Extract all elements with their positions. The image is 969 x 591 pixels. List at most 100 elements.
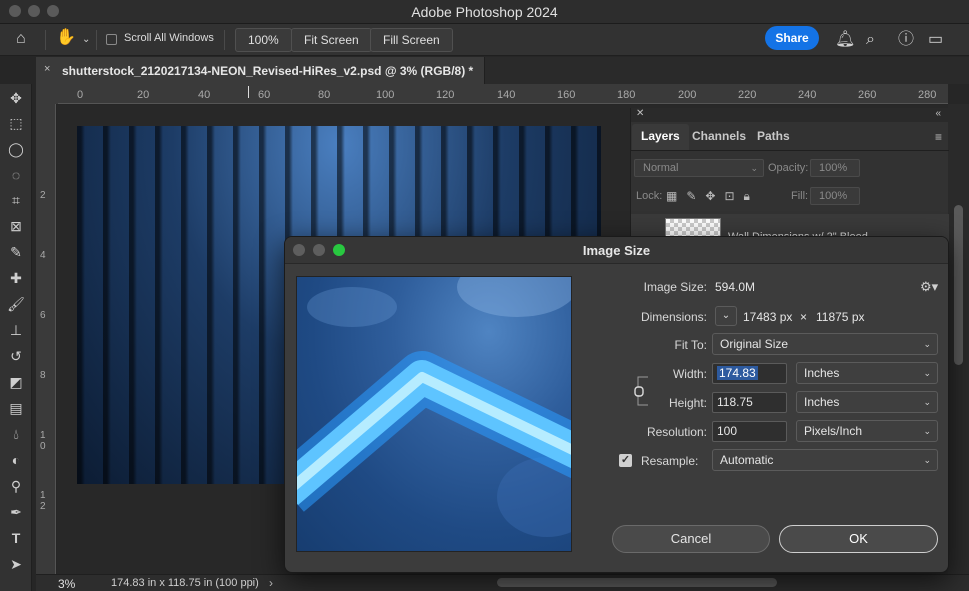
close-tab-icon[interactable]: × [44,63,50,75]
marquee-tool-icon[interactable]: ⬚ [6,113,26,133]
frame-tool-icon[interactable]: ⊠ [6,216,26,236]
zoom-100-button[interactable]: 100% [235,28,292,52]
home-icon[interactable]: ⌂ [16,29,26,49]
vertical-ruler[interactable]: 2 4 6 8 1 0 1 2 [36,104,56,574]
type-tool-icon[interactable]: T [6,528,26,548]
ruler-label: 200 [678,89,697,101]
pen-tool-icon[interactable]: ✒ [6,502,26,522]
chevron-down-icon[interactable]: ⌄ [82,30,90,50]
ruler-label: 8 [40,370,46,381]
resolution-label: Resolution: [646,425,707,439]
ruler-label: 20 [137,89,150,101]
scroll-all-windows-label: Scroll All Windows [124,32,214,44]
image-size-dialog: Image Size Image Size: 594.0M ⚙▾ Dimensi… [284,236,949,573]
ruler-label: 6 [40,310,46,321]
resample-dropdown[interactable]: Automatic ⌄ [712,449,938,471]
eyedropper-tool-icon[interactable]: ✎ [6,242,26,262]
ruler-origin[interactable] [36,84,58,104]
blend-mode-select[interactable]: Normal ⌄ [634,159,764,177]
help-icon[interactable]: ⓘ [898,30,914,50]
width-input[interactable]: 174.83 [712,363,787,384]
crop-tool-icon[interactable]: ⌗ [6,190,26,210]
gear-icon[interactable]: ⚙▾ [920,279,938,295]
dodge-tool-icon[interactable]: ◐ [6,450,26,470]
clone-stamp-tool-icon[interactable]: ⊥ [6,320,26,340]
window-title: Adobe Photoshop 2024 [411,4,558,20]
width-label: Width: [672,367,707,381]
eraser-tool-icon[interactable]: ◩ [6,372,26,392]
quick-selection-tool-icon[interactable]: ◌ [6,165,26,185]
width-unit-dropdown[interactable]: Inches ⌄ [796,362,938,384]
workspace-layout-icon[interactable]: ▭ [928,30,943,50]
height-unit-dropdown[interactable]: Inches ⌄ [796,391,938,413]
fit-to-value: Original Size [720,337,789,351]
collapse-panel-icon[interactable]: « [935,108,941,119]
resample-value: Automatic [720,453,774,467]
path-selection-tool-icon[interactable]: ➤ [6,554,26,574]
horizontal-scrollbar[interactable] [497,578,777,587]
ruler-label: 80 [318,89,331,101]
panel-menu-icon[interactable]: ≡ [935,130,942,144]
blur-tool-icon[interactable]: 💧︎ [6,424,26,444]
width-unit-value: Inches [804,366,840,380]
height-label: Height: [668,396,707,410]
history-brush-tool-icon[interactable]: ↺ [6,346,26,366]
chevron-right-icon[interactable]: › [269,576,273,590]
opacity-label: Opacity: [768,162,809,174]
burn-tool-icon[interactable]: ⚲ [6,476,26,496]
opacity-input[interactable]: 100% [810,159,860,177]
resample-label: Resample: [641,454,699,468]
document-tab[interactable]: × shutterstock_2120217134-NEON_Revised-H… [36,57,485,84]
cursor-ruler-marker [248,86,249,98]
dialog-title: Image Size [582,243,651,258]
dimensions-width-value: 17483 px [743,310,793,324]
brush-tool-icon[interactable]: 🖌︎ [6,294,26,314]
ruler-label: 220 [738,89,757,101]
hand-tool-icon[interactable]: ✋ [56,28,76,48]
document-info: 174.83 in x 118.75 in (100 ppi) [111,577,259,589]
ok-button[interactable]: OK [779,525,938,553]
lock-icons[interactable]: ▦✎✥⊡🔒︎ [666,189,759,204]
zoom-level[interactable]: 3% [58,577,75,591]
image-preview[interactable] [296,276,572,552]
dimensions-times: × [800,310,808,324]
ruler-label: 280 [918,89,937,101]
share-button[interactable]: Share [765,26,819,50]
resample-checkbox[interactable]: ✓ [619,454,632,467]
ruler-label: 260 [858,89,877,101]
gradient-tool-icon[interactable]: ▤ [6,398,26,418]
tools-panel: ✥ ⬚ ◯ ◌ ⌗ ⊠ ✎ ✚ 🖌︎ ⊥ ↺ ◩ ▤ 💧︎ ◐ ⚲ ✒ T ➤ [0,84,32,591]
neon-artwork [198,253,296,319]
ruler-label: 4 [40,250,46,261]
dimensions-label: Dimensions: [640,310,707,324]
horizontal-ruler[interactable]: 0 20 40 60 80 100 120 140 160 180 200 22… [58,84,948,104]
document-tab-title: shutterstock_2120217134-NEON_Revised-HiR… [62,64,474,78]
layers-panel: ✕ « Layers Channels Paths ≡ Normal ⌄ Opa… [630,108,949,248]
tab-channels[interactable]: Channels [683,124,755,150]
cancel-button[interactable]: Cancel [612,525,770,553]
fit-screen-button[interactable]: Fit Screen [291,28,372,52]
resolution-unit-dropdown[interactable]: Pixels/Inch ⌄ [796,420,938,442]
tab-paths[interactable]: Paths [748,124,799,150]
vertical-scrollbar[interactable] [954,205,963,365]
height-unit-value: Inches [804,395,840,409]
height-input[interactable]: 118.75 [712,392,787,413]
ruler-label: 1 2 [40,490,46,512]
dimensions-unit-dropdown[interactable]: ⌄ [715,306,737,326]
fill-screen-button[interactable]: Fill Screen [370,28,453,52]
move-tool-icon[interactable]: ✥ [6,88,26,108]
tab-layers[interactable]: Layers [632,124,689,150]
fit-to-label: Fit To: [674,338,707,352]
ruler-label: 60 [258,89,271,101]
neon-tube-preview [297,351,571,512]
fit-to-dropdown[interactable]: Original Size ⌄ [712,333,938,355]
notifications-bell-icon[interactable]: 🔔︎ [835,30,855,50]
healing-brush-tool-icon[interactable]: ✚ [6,268,26,288]
scroll-all-windows-checkbox[interactable] [106,34,117,45]
resolution-input[interactable]: 100 [712,421,787,442]
fill-input[interactable]: 100% [810,187,860,205]
search-icon[interactable]: ⌕ [866,30,875,50]
lasso-tool-icon[interactable]: ◯ [6,139,26,159]
close-panel-icon[interactable]: ✕ [636,108,644,119]
ruler-label: 100 [376,89,395,101]
